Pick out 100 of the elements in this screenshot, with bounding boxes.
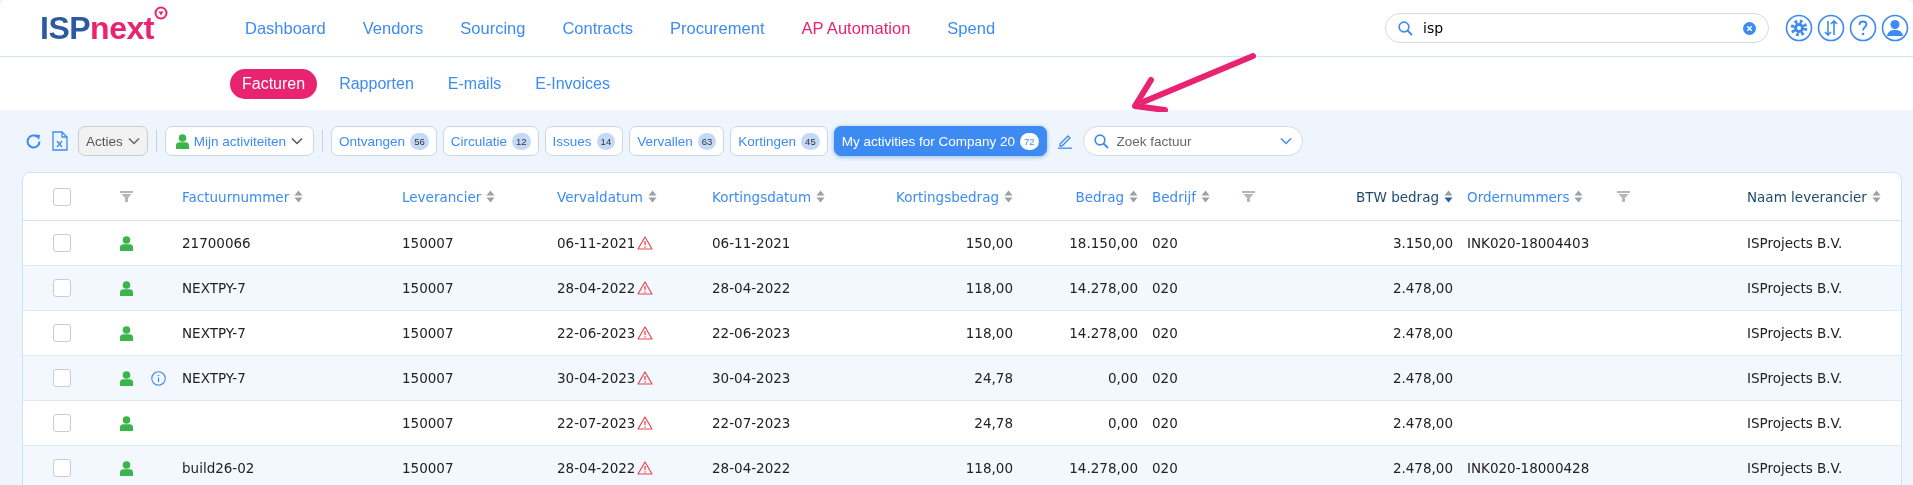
sub-tab[interactable]: E-Invoices: [523, 68, 622, 99]
table-cell: 06-11-2021: [557, 235, 636, 251]
table-cell: 28-04-2022: [712, 280, 791, 296]
activity-dropdown[interactable]: Mijn activiteiten: [164, 126, 315, 156]
table-cell: NEXTPY-7: [182, 280, 246, 296]
sort-icon[interactable]: [1444, 190, 1453, 203]
sort-arrows-icon[interactable]: [1817, 14, 1845, 42]
help-icon[interactable]: [1849, 14, 1877, 42]
table-cell: NEXTPY-7: [182, 370, 246, 386]
sort-icon[interactable]: [1129, 190, 1138, 203]
table-cell: 28-04-2022: [557, 460, 636, 476]
pencil-icon[interactable]: [1056, 133, 1073, 149]
table-cell: 020: [1152, 370, 1178, 386]
count-badge: 72: [1020, 132, 1039, 150]
row-checkbox[interactable]: [53, 324, 71, 342]
count-badge: 12: [512, 132, 531, 150]
row-checkbox[interactable]: [53, 234, 71, 252]
sort-icon[interactable]: [1574, 190, 1584, 203]
table-cell: 18.150,00: [1069, 235, 1138, 251]
filter-chip[interactable]: My activities for Company 20 72: [833, 126, 1047, 156]
filter-chip[interactable]: Issues 14: [544, 126, 624, 156]
nav-item[interactable]: Dashboard: [245, 18, 326, 38]
select-all-checkbox[interactable]: [53, 187, 71, 206]
table-cell: 118,00: [965, 460, 1013, 476]
table-cell: ISProjects B.V.: [1747, 415, 1843, 431]
sub-tab[interactable]: E-mails: [435, 68, 514, 99]
table-cell: ISProjects B.V.: [1747, 370, 1843, 386]
table-cell: 28-04-2022: [557, 280, 636, 296]
column-header[interactable]: Kortingsdatum: [712, 188, 812, 205]
table-cell: 020: [1152, 460, 1178, 476]
clear-icon[interactable]: [1743, 21, 1756, 35]
table-cell: 3.150,00: [1392, 235, 1453, 251]
user-icon: [119, 325, 133, 341]
nav-item[interactable]: Procurement: [670, 18, 765, 38]
table-cell: 30-04-2023: [557, 370, 636, 386]
user-icon: [119, 235, 133, 251]
filter-chip[interactable]: Circulatie 12: [442, 126, 539, 156]
user-icon: [119, 370, 133, 386]
column-header[interactable]: Kortingsbedrag: [895, 188, 999, 205]
nav-item[interactable]: Vendors: [362, 18, 424, 38]
column-header[interactable]: Vervaldatum: [557, 188, 643, 205]
table-cell: 22-07-2023: [712, 415, 791, 431]
sort-icon[interactable]: [816, 190, 826, 203]
table-cell: 06-11-2021: [712, 235, 791, 251]
row-checkbox[interactable]: [53, 459, 71, 477]
user-icon: [119, 415, 133, 431]
filter-icon[interactable]: [1242, 191, 1255, 202]
nav-item[interactable]: AP Automation: [801, 18, 911, 38]
filter-chip[interactable]: Ontvangen 56: [331, 126, 437, 156]
sort-icon[interactable]: [486, 190, 496, 203]
count-badge: 56: [410, 132, 429, 150]
table-cell: build26-02: [182, 460, 255, 476]
column-header[interactable]: Naam leverancier: [1747, 188, 1867, 205]
table-cell: 14.278,00: [1069, 325, 1138, 341]
excel-file-icon[interactable]: [52, 131, 68, 151]
sort-icon[interactable]: [647, 190, 657, 203]
nav-item[interactable]: Contracts: [562, 18, 633, 38]
invoice-search-box[interactable]: Zoek factuur: [1082, 126, 1303, 156]
table-row[interactable]: NEXTPY-7 150007 30-04-2023 30-04-2023 24,78 0,00 020 2.478,00 ISProjects B.V.: [23, 356, 1901, 401]
table-cell: NEXTPY-7: [182, 325, 246, 341]
chevron-down-icon: [1279, 137, 1292, 145]
column-header[interactable]: Ordernummers: [1467, 188, 1570, 205]
user-account-icon[interactable]: [1881, 14, 1909, 42]
column-header[interactable]: Leverancier: [402, 188, 482, 205]
filter-chip[interactable]: Vervallen 63: [629, 126, 725, 156]
row-checkbox[interactable]: [53, 279, 71, 297]
filter-chip[interactable]: Kortingen 45: [730, 126, 828, 156]
table-cell: ISProjects B.V.: [1747, 235, 1843, 251]
table-cell: 24,78: [974, 415, 1013, 431]
row-checkbox[interactable]: [53, 414, 71, 432]
sub-tab[interactable]: Rapporten: [327, 68, 426, 99]
refresh-icon[interactable]: [25, 132, 42, 150]
info-icon[interactable]: [151, 370, 166, 386]
column-header[interactable]: Bedrijf: [1152, 188, 1196, 205]
table-row[interactable]: build26-02 150007 28-04-2022 28-04-2022 118,00 14.278,00 020 2.478,00 INK020-18000428 ISProjects B.V.: [23, 446, 1901, 485]
nav-item[interactable]: Spend: [947, 18, 996, 38]
column-header[interactable]: BTW bedrag: [1356, 188, 1439, 205]
sort-icon[interactable]: [1871, 190, 1881, 203]
sort-icon[interactable]: [294, 190, 304, 203]
nav-item[interactable]: Sourcing: [460, 18, 526, 38]
row-checkbox[interactable]: [53, 369, 71, 387]
sort-icon[interactable]: [1200, 190, 1210, 203]
table-cell: 118,00: [965, 325, 1013, 341]
actions-dropdown[interactable]: Acties: [78, 126, 148, 156]
sub-tab[interactable]: Facturen: [230, 68, 318, 99]
table-row[interactable]: NEXTPY-7 150007 28-04-2022 28-04-2022 118,00 14.278,00 020 2.478,00 ISProjects B.V.: [23, 266, 1901, 311]
table-cell: 2.478,00: [1392, 370, 1453, 386]
logo-text[interactable]: ISPnext: [40, 9, 154, 47]
column-header[interactable]: Factuurnummer: [182, 188, 290, 205]
user-icon: [119, 280, 133, 296]
table-cell: ISProjects B.V.: [1747, 460, 1843, 476]
global-search-field[interactable]: isp: [1421, 19, 1735, 37]
filter-icon[interactable]: [119, 191, 133, 202]
count-badge: 63: [697, 132, 717, 150]
sort-icon[interactable]: [1004, 190, 1013, 203]
column-header[interactable]: Bedrag: [1075, 188, 1124, 205]
table-cell: 0,00: [1107, 370, 1138, 386]
filter-icon[interactable]: [1617, 191, 1630, 202]
count-badge: 45: [801, 132, 820, 150]
settings-icon[interactable]: [1785, 14, 1813, 42]
